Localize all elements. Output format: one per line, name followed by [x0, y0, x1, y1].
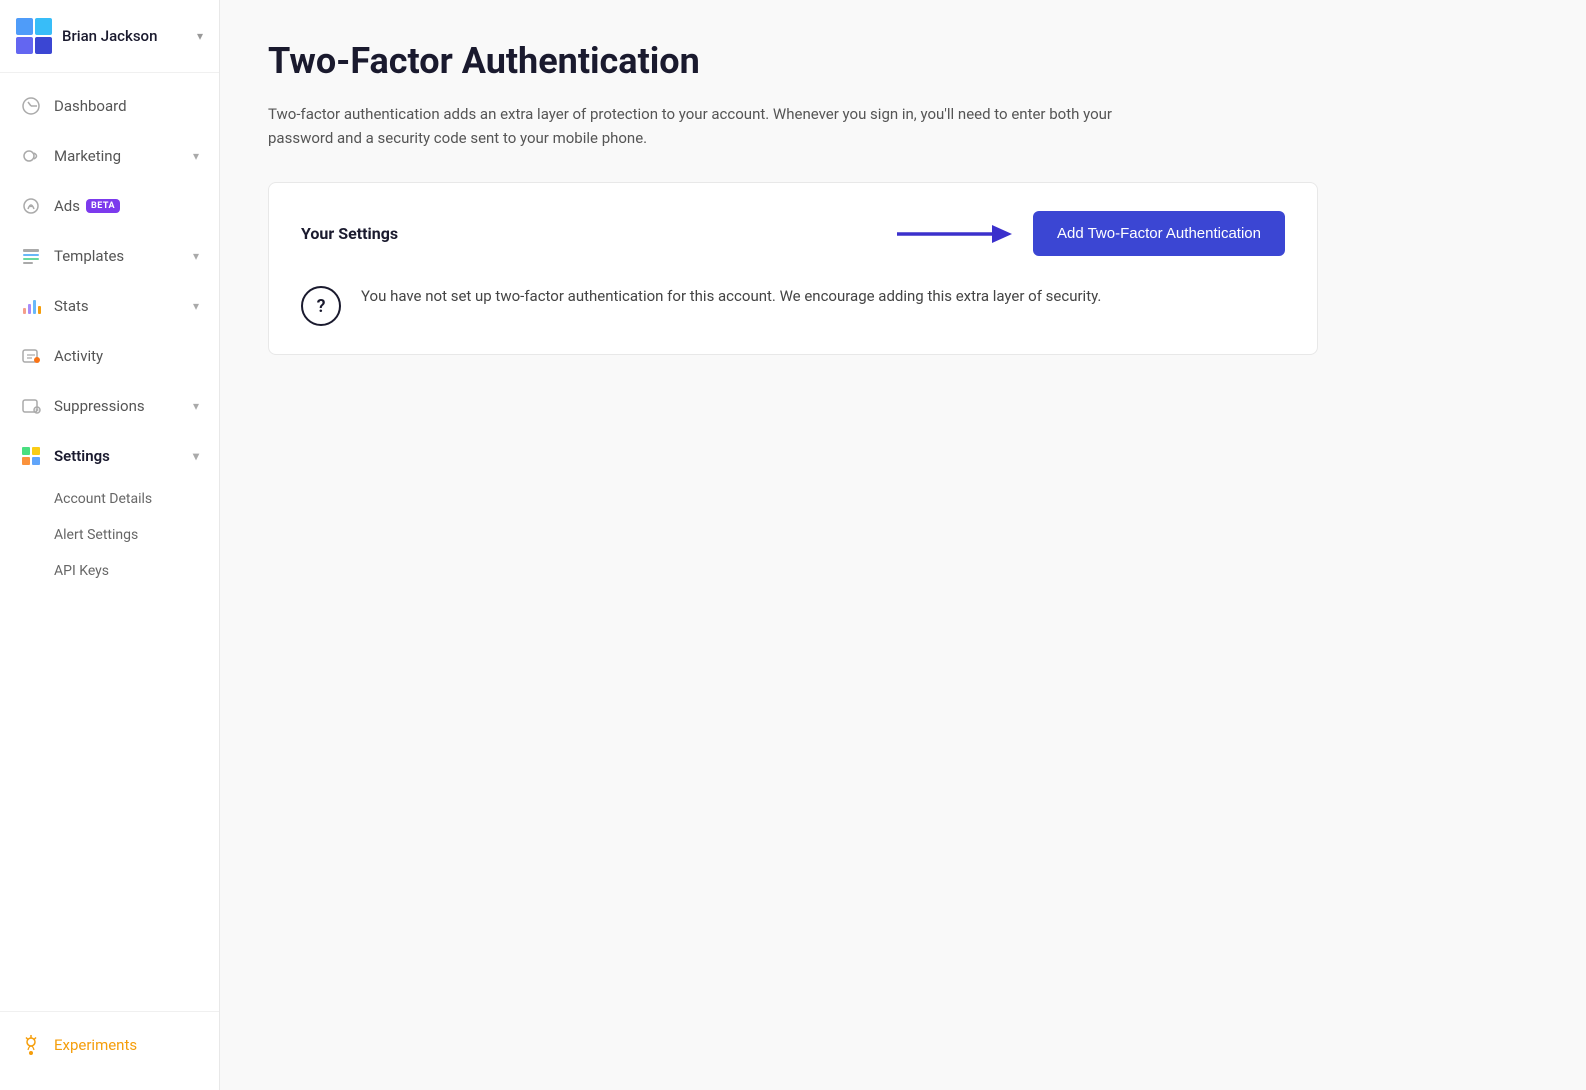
card-title: Your Settings: [301, 224, 398, 243]
sidebar-nav: Dashboard Marketing ▾ Ads: [0, 81, 219, 589]
settings-icon: [20, 445, 42, 467]
sidebar-item-marketing[interactable]: Marketing ▾: [0, 131, 219, 181]
sidebar-item-stats[interactable]: Stats ▾: [0, 281, 219, 331]
dashboard-icon: [20, 95, 42, 117]
card-message: You have not set up two-factor authentic…: [361, 284, 1101, 310]
user-menu[interactable]: Brian Jackson ▾: [0, 0, 219, 73]
sidebar-item-experiments[interactable]: Experiments: [0, 1020, 219, 1070]
sidebar-item-templates[interactable]: Templates ▾: [0, 231, 219, 281]
marketing-chevron-icon: ▾: [193, 149, 199, 163]
sidebar-item-stats-label: Stats: [54, 297, 89, 315]
ads-icon: [20, 195, 42, 217]
activity-icon: [20, 345, 42, 367]
subnav-alert-settings[interactable]: Alert Settings: [0, 517, 219, 553]
marketing-icon: [20, 145, 42, 167]
suppressions-chevron-icon: ▾: [193, 399, 199, 413]
templates-icon: [20, 245, 42, 267]
ads-beta-badge: BETA: [86, 199, 120, 213]
user-avatar: [16, 18, 52, 54]
sidebar-item-ads[interactable]: Ads BETA: [0, 181, 219, 231]
sidebar-item-suppressions[interactable]: Suppressions ▾: [0, 381, 219, 431]
page-title: Two-Factor Authentication: [268, 40, 1538, 82]
add-2fa-button[interactable]: Add Two-Factor Authentication: [1033, 211, 1285, 256]
sidebar-item-settings[interactable]: Settings ▾: [0, 431, 219, 481]
settings-chevron-icon: ▾: [193, 449, 199, 463]
sidebar: Brian Jackson ▾ Dashboard Ma: [0, 0, 220, 1090]
main-content: Two-Factor Authentication Two-factor aut…: [220, 0, 1586, 1090]
arrow-container: [398, 219, 1017, 249]
experiments-label: Experiments: [54, 1036, 137, 1054]
subnav-account-details[interactable]: Account Details: [0, 481, 219, 517]
settings-subnav: Account Details Alert Settings API Keys: [0, 481, 219, 589]
sidebar-item-dashboard[interactable]: Dashboard: [0, 81, 219, 131]
sidebar-item-templates-label: Templates: [54, 247, 124, 265]
sidebar-item-activity[interactable]: Activity: [0, 331, 219, 381]
sidebar-item-activity-label: Activity: [54, 347, 103, 365]
card-header: Your Settings Add Two-Factor Authenticat…: [301, 211, 1285, 256]
user-name: Brian Jackson: [62, 27, 197, 45]
card-body: ? You have not set up two-factor authent…: [301, 284, 1285, 326]
settings-card: Your Settings Add Two-Factor Authenticat…: [268, 182, 1318, 355]
stats-icon: [20, 295, 42, 317]
sidebar-item-ads-label: Ads: [54, 197, 80, 215]
suppressions-icon: [20, 395, 42, 417]
stats-chevron-icon: ▾: [193, 299, 199, 313]
page-description: Two-factor authentication adds an extra …: [268, 102, 1168, 150]
arrow-icon: [897, 219, 1017, 249]
templates-chevron-icon: ▾: [193, 249, 199, 263]
question-circle-icon: ?: [301, 286, 341, 326]
experiments-icon: [20, 1034, 42, 1056]
sidebar-item-marketing-label: Marketing: [54, 147, 121, 165]
sidebar-bottom: Experiments: [0, 1011, 219, 1070]
sidebar-item-dashboard-label: Dashboard: [54, 97, 127, 115]
sidebar-item-suppressions-label: Suppressions: [54, 397, 145, 415]
subnav-api-keys[interactable]: API Keys: [0, 553, 219, 589]
user-chevron-icon: ▾: [197, 29, 203, 43]
sidebar-item-settings-label: Settings: [54, 447, 110, 465]
